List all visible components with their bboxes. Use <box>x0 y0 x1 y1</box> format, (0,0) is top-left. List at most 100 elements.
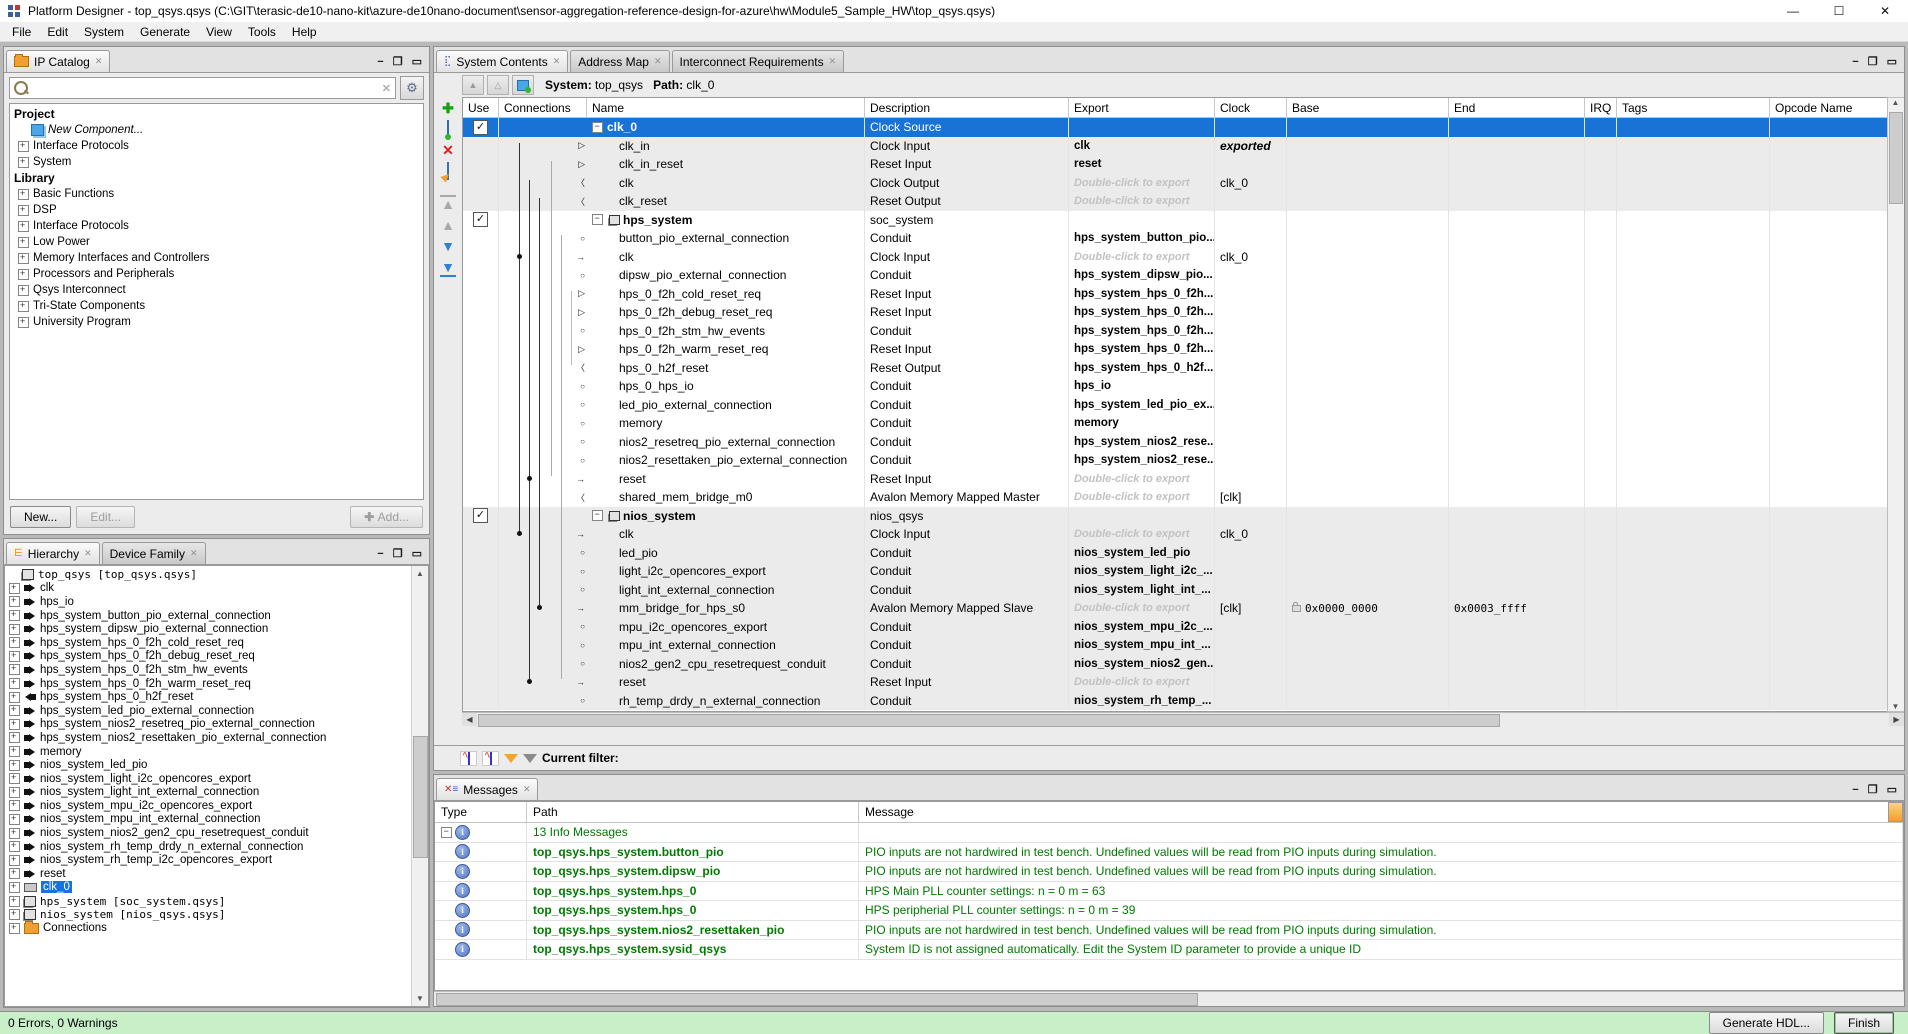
table-row[interactable]: ○dipsw_pio_external_connectionConduithps… <box>463 266 1887 285</box>
ip-tree-item[interactable]: Interface Protocols <box>10 218 423 234</box>
hierarchy-item[interactable]: hps_system_dipsw_pio_external_connection <box>5 622 428 636</box>
column-header-name[interactable]: Name <box>587 98 865 117</box>
move-to-top-button[interactable]: ▲ <box>440 195 456 212</box>
export-hint[interactable]: Double-click to export <box>1074 251 1190 263</box>
connections-cell[interactable]: → <box>499 673 587 692</box>
expand-icon[interactable] <box>18 301 29 312</box>
minimize-panel-icon[interactable]: − <box>1852 784 1858 796</box>
ip-search-box[interactable]: ✕ <box>9 77 396 99</box>
export-name[interactable]: hps_system_button_pio... <box>1074 232 1215 244</box>
export-name[interactable]: nios_system_led_pio <box>1074 547 1190 559</box>
table-row[interactable]: ✓clk_0Clock Source <box>463 118 1887 137</box>
connections-cell[interactable]: ▷ <box>499 340 587 359</box>
close-icon[interactable]: ✕ <box>553 56 561 67</box>
export-name[interactable]: hps_system_dipsw_pio... <box>1074 269 1213 281</box>
table-row[interactable]: 〈shared_mem_bridge_m0Avalon Memory Mappe… <box>463 488 1887 507</box>
move-up-button[interactable]: ▲ <box>440 218 456 233</box>
export-name[interactable]: reset <box>1074 158 1102 170</box>
scrollbar-thumb[interactable] <box>478 714 1500 727</box>
connections-cell[interactable]: ○ <box>499 692 587 711</box>
message-row[interactable]: itop_qsys.hps_system.sysid_qsysSystem ID… <box>435 940 1903 960</box>
hierarchy-item[interactable]: hps_system_led_pio_external_connection <box>5 704 428 718</box>
table-row[interactable]: ✓hps_systemsoc_system <box>463 211 1887 230</box>
connections-cell[interactable] <box>499 507 587 526</box>
scrollbar-thumb[interactable] <box>436 993 1198 1006</box>
close-icon[interactable]: ✕ <box>829 56 837 67</box>
expand-icon[interactable] <box>9 828 20 839</box>
connections-cell[interactable]: ○ <box>499 655 587 674</box>
ip-tree-item[interactable]: Memory Interfaces and Controllers <box>10 250 423 266</box>
hierarchy-item[interactable]: hps_system_button_pio_external_connectio… <box>5 609 428 623</box>
edit-button[interactable] <box>440 164 456 179</box>
column-header-description[interactable]: Description <box>865 98 1069 117</box>
hierarchy-item[interactable]: hps_system_hps_0_f2h_cold_reset_req <box>5 636 428 650</box>
table-row[interactable]: ▷hps_0_f2h_warm_reset_reqReset Inputhps_… <box>463 340 1887 359</box>
messages-config-button[interactable] <box>1888 802 1903 822</box>
table-row[interactable]: →mm_bridge_for_hps_s0Avalon Memory Mappe… <box>463 599 1887 618</box>
scrollbar-thumb[interactable] <box>413 736 428 858</box>
base-address[interactable]: 0x0000_0000 <box>1305 602 1378 615</box>
table-row[interactable]: ○button_pio_external_connectionConduithp… <box>463 229 1887 248</box>
ip-tree-item[interactable]: Processors and Peripherals <box>10 266 423 282</box>
clock-value[interactable]: clk_0 <box>1220 250 1248 264</box>
connections-cell[interactable]: ○ <box>499 229 587 248</box>
expand-icon[interactable] <box>9 760 20 771</box>
table-row[interactable]: ○nios2_resetreq_pio_external_connectionC… <box>463 433 1887 452</box>
move-up-button[interactable]: △ <box>487 75 509 95</box>
connections-cell[interactable] <box>499 118 587 137</box>
tab-system-contents[interactable]: ⣏ System Contents ✕ <box>436 50 568 72</box>
hierarchy-item[interactable]: nios_system_led_pio <box>5 758 428 772</box>
clock-value[interactable]: exported <box>1220 139 1271 153</box>
column-header-base[interactable]: Base <box>1287 98 1449 117</box>
export-name[interactable]: hps_system_hps_0_h2f... <box>1074 362 1213 374</box>
ip-tree-item[interactable]: System <box>10 154 423 170</box>
connections-cell[interactable]: → <box>499 599 587 618</box>
ip-tree-item[interactable]: Qsys Interconnect <box>10 282 423 298</box>
hierarchy-item[interactable]: hps_system_hps_0_f2h_stm_hw_events <box>5 663 428 677</box>
remove-button[interactable]: ✕ <box>440 143 456 158</box>
menu-help[interactable]: Help <box>284 23 325 41</box>
float-panel-icon[interactable]: ❐ <box>1868 55 1878 68</box>
collapse-icon[interactable] <box>592 122 603 133</box>
column-header-irq[interactable]: IRQ <box>1585 98 1617 117</box>
expand-icon[interactable] <box>9 651 20 662</box>
table-row[interactable]: ○hps_0_f2h_stm_hw_eventsConduithps_syste… <box>463 322 1887 341</box>
hierarchy-item[interactable]: hps_system_hps_0_h2f_reset <box>5 690 428 704</box>
hierarchy-item[interactable]: hps_system_nios2_resettaken_pio_external… <box>5 731 428 745</box>
scroll-up-icon[interactable]: ▲ <box>1888 98 1903 107</box>
table-row[interactable]: 〈clk_resetReset OutputDouble-click to ex… <box>463 192 1887 211</box>
hierarchy-item[interactable]: nios_system_light_i2c_opencores_export <box>5 772 428 786</box>
export-name[interactable]: nios_system_light_int_... <box>1074 584 1211 596</box>
expand-icon[interactable] <box>9 923 20 934</box>
table-row[interactable]: ▷clk_inClock Inputclkexported <box>463 137 1887 156</box>
clear-search-icon[interactable]: ✕ <box>382 82 391 95</box>
hierarchy-item[interactable]: Connections <box>5 921 428 935</box>
connections-cell[interactable]: ○ <box>499 581 587 600</box>
expand-icon[interactable] <box>18 189 29 200</box>
hierarchy-item[interactable]: hps_system_nios2_resetreq_pio_external_c… <box>5 718 428 732</box>
connections-cell[interactable]: ○ <box>499 414 587 433</box>
tab-hierarchy[interactable]: ⋿ Hierarchy ✕ <box>6 542 100 564</box>
export-name[interactable]: hps_system_nios2_rese... <box>1074 454 1215 466</box>
column-header-end[interactable]: End <box>1449 98 1585 117</box>
move-up-level-button[interactable]: ▲ <box>462 75 484 95</box>
export-name[interactable]: clk <box>1074 140 1090 152</box>
use-checkbox[interactable]: ✓ <box>473 508 488 523</box>
table-row[interactable]: ○nios2_resettaken_pio_external_connectio… <box>463 451 1887 470</box>
column-header-clock[interactable]: Clock <box>1215 98 1287 117</box>
expand-icon[interactable] <box>9 896 20 907</box>
column-header-message[interactable]: Message <box>859 802 1903 822</box>
column-header-tags[interactable]: Tags <box>1617 98 1770 117</box>
hierarchy-item[interactable]: memory <box>5 745 428 759</box>
hierarchy-item[interactable]: hps_io <box>5 595 428 609</box>
close-icon[interactable]: ✕ <box>654 56 662 67</box>
expand-icon[interactable] <box>18 221 29 232</box>
message-row[interactable]: itop_qsys.hps_system.hps_0HPS Main PLL c… <box>435 882 1903 902</box>
connections-cell[interactable]: ▷ <box>499 303 587 322</box>
table-row[interactable]: →clkClock InputDouble-click to exportclk… <box>463 248 1887 267</box>
table-row[interactable]: ○light_i2c_opencores_exportConduitnios_s… <box>463 562 1887 581</box>
ip-tree-item[interactable]: DSP <box>10 202 423 218</box>
hierarchy-item[interactable]: nios_system_nios2_gen2_cpu_resetrequest_… <box>5 826 428 840</box>
export-name[interactable]: hps_system_hps_0_f2h... <box>1074 343 1213 355</box>
export-hint[interactable]: Double-click to export <box>1074 177 1190 189</box>
